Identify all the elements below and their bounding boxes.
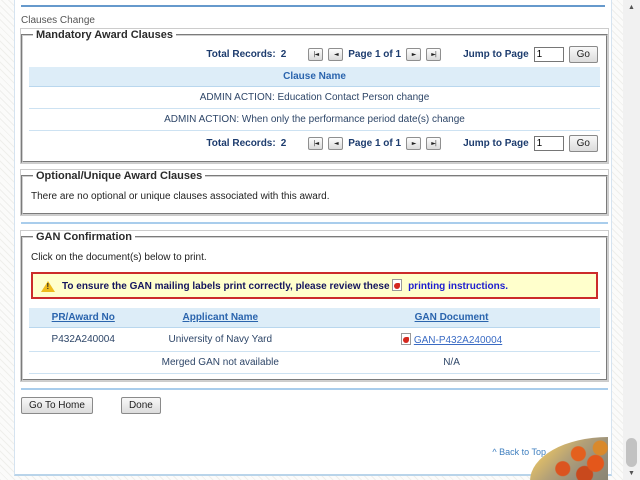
printing-warning-banner: ! To ensure the GAN mailing labels print… bbox=[31, 272, 598, 299]
table-row: ADMIN ACTION: When only the performance … bbox=[29, 109, 600, 131]
mandatory-clauses-legend: Mandatory Award Clauses bbox=[33, 29, 176, 41]
go-to-home-button[interactable]: Go To Home bbox=[21, 397, 93, 414]
gan-document-link[interactable]: GAN-P432A240004 bbox=[414, 335, 502, 346]
optional-clauses-message: There are no optional or unique clauses … bbox=[29, 183, 600, 208]
pagination-bottom: Total Records: 2 |◄ ◄ Page 1 of 1 ► ►| J… bbox=[29, 131, 600, 156]
last-page-button[interactable]: ►| bbox=[426, 137, 441, 150]
jump-to-page-label: Jump to Page bbox=[463, 49, 529, 60]
applicant-name-header[interactable]: Applicant Name bbox=[137, 308, 303, 328]
back-to-top-link[interactable]: ^ Back to Top bbox=[492, 447, 546, 457]
gan-instruction: Click on the document(s) below to print. bbox=[29, 244, 600, 269]
go-button[interactable]: Go bbox=[569, 135, 598, 152]
table-row: Merged GAN not available N/A bbox=[29, 352, 600, 374]
gan-confirmation-legend: GAN Confirmation bbox=[33, 231, 135, 243]
next-page-button[interactable]: ► bbox=[406, 48, 421, 61]
vertical-scrollbar[interactable]: ▲ ▼ bbox=[623, 0, 640, 480]
last-page-button[interactable]: ►| bbox=[426, 48, 441, 61]
pre-footer: ^ Back to Top bbox=[21, 421, 608, 480]
first-page-button[interactable]: |◄ bbox=[308, 137, 323, 150]
go-button[interactable]: Go bbox=[569, 46, 598, 63]
gan-document-header[interactable]: GAN Document bbox=[303, 308, 600, 328]
classroom-photo bbox=[530, 437, 608, 480]
table-row: ADMIN ACTION: Education Contact Person c… bbox=[29, 87, 600, 109]
pr-award-no-cell: P432A240004 bbox=[29, 328, 137, 352]
scrollbar-thumb[interactable] bbox=[626, 438, 637, 467]
gan-document-cell: N/A bbox=[303, 352, 600, 374]
total-records-label: Total Records: bbox=[206, 138, 275, 149]
pr-award-no-cell bbox=[29, 352, 137, 374]
warning-icon: ! bbox=[41, 280, 55, 292]
applicant-name-cell: University of Navy Yard bbox=[137, 328, 303, 352]
total-records-value: 2 bbox=[281, 49, 287, 60]
clause-name-cell: ADMIN ACTION: Education Contact Person c… bbox=[29, 87, 600, 109]
section-divider bbox=[21, 222, 608, 224]
done-button[interactable]: Done bbox=[121, 397, 161, 414]
prev-page-button[interactable]: ◄ bbox=[328, 137, 343, 150]
top-divider bbox=[21, 5, 605, 7]
scroll-up-icon[interactable]: ▲ bbox=[623, 1, 640, 13]
total-records-value: 2 bbox=[281, 138, 287, 149]
action-buttons: Go To Home Done bbox=[21, 397, 605, 414]
gan-documents-table: PR/Award No Applicant Name GAN Document … bbox=[29, 308, 600, 374]
table-row: P432A240004 University of Navy Yard GAN-… bbox=[29, 328, 600, 352]
page-title: Clauses Change bbox=[21, 15, 611, 26]
optional-clauses-legend: Optional/Unique Award Clauses bbox=[33, 170, 205, 182]
mandatory-clauses-section: Mandatory Award Clauses Total Records: 2… bbox=[21, 29, 608, 163]
optional-clauses-section: Optional/Unique Award Clauses There are … bbox=[21, 170, 608, 215]
clause-name-header: Clause Name bbox=[29, 67, 600, 87]
section-divider bbox=[21, 388, 608, 390]
pr-award-no-header[interactable]: PR/Award No bbox=[29, 308, 137, 328]
jump-to-page-input[interactable] bbox=[534, 136, 564, 151]
pagination-top: Total Records: 2 |◄ ◄ Page 1 of 1 ► ►| J… bbox=[29, 42, 600, 67]
printing-instructions-link[interactable]: printing instructions. bbox=[408, 281, 508, 292]
applicant-name-cell: Merged GAN not available bbox=[137, 352, 303, 374]
warning-text: To ensure the GAN mailing labels print c… bbox=[62, 279, 508, 292]
prev-page-button[interactable]: ◄ bbox=[328, 48, 343, 61]
page-indicator: Page 1 of 1 bbox=[348, 49, 401, 60]
page-content: Clauses Change Mandatory Award Clauses T… bbox=[14, 0, 612, 476]
page-indicator: Page 1 of 1 bbox=[348, 138, 401, 149]
gan-confirmation-section: GAN Confirmation Click on the document(s… bbox=[21, 231, 608, 381]
total-records-label: Total Records: bbox=[206, 49, 275, 60]
pdf-icon[interactable] bbox=[401, 333, 411, 345]
first-page-button[interactable]: |◄ bbox=[308, 48, 323, 61]
clause-name-cell: ADMIN ACTION: When only the performance … bbox=[29, 109, 600, 131]
jump-to-page-label: Jump to Page bbox=[463, 138, 529, 149]
gan-document-cell: GAN-P432A240004 bbox=[303, 328, 600, 352]
scroll-down-icon[interactable]: ▼ bbox=[623, 467, 640, 479]
next-page-button[interactable]: ► bbox=[406, 137, 421, 150]
jump-to-page-input[interactable] bbox=[534, 47, 564, 62]
pdf-icon[interactable] bbox=[392, 279, 402, 291]
mandatory-clauses-table: Clause Name ADMIN ACTION: Education Cont… bbox=[29, 67, 600, 131]
